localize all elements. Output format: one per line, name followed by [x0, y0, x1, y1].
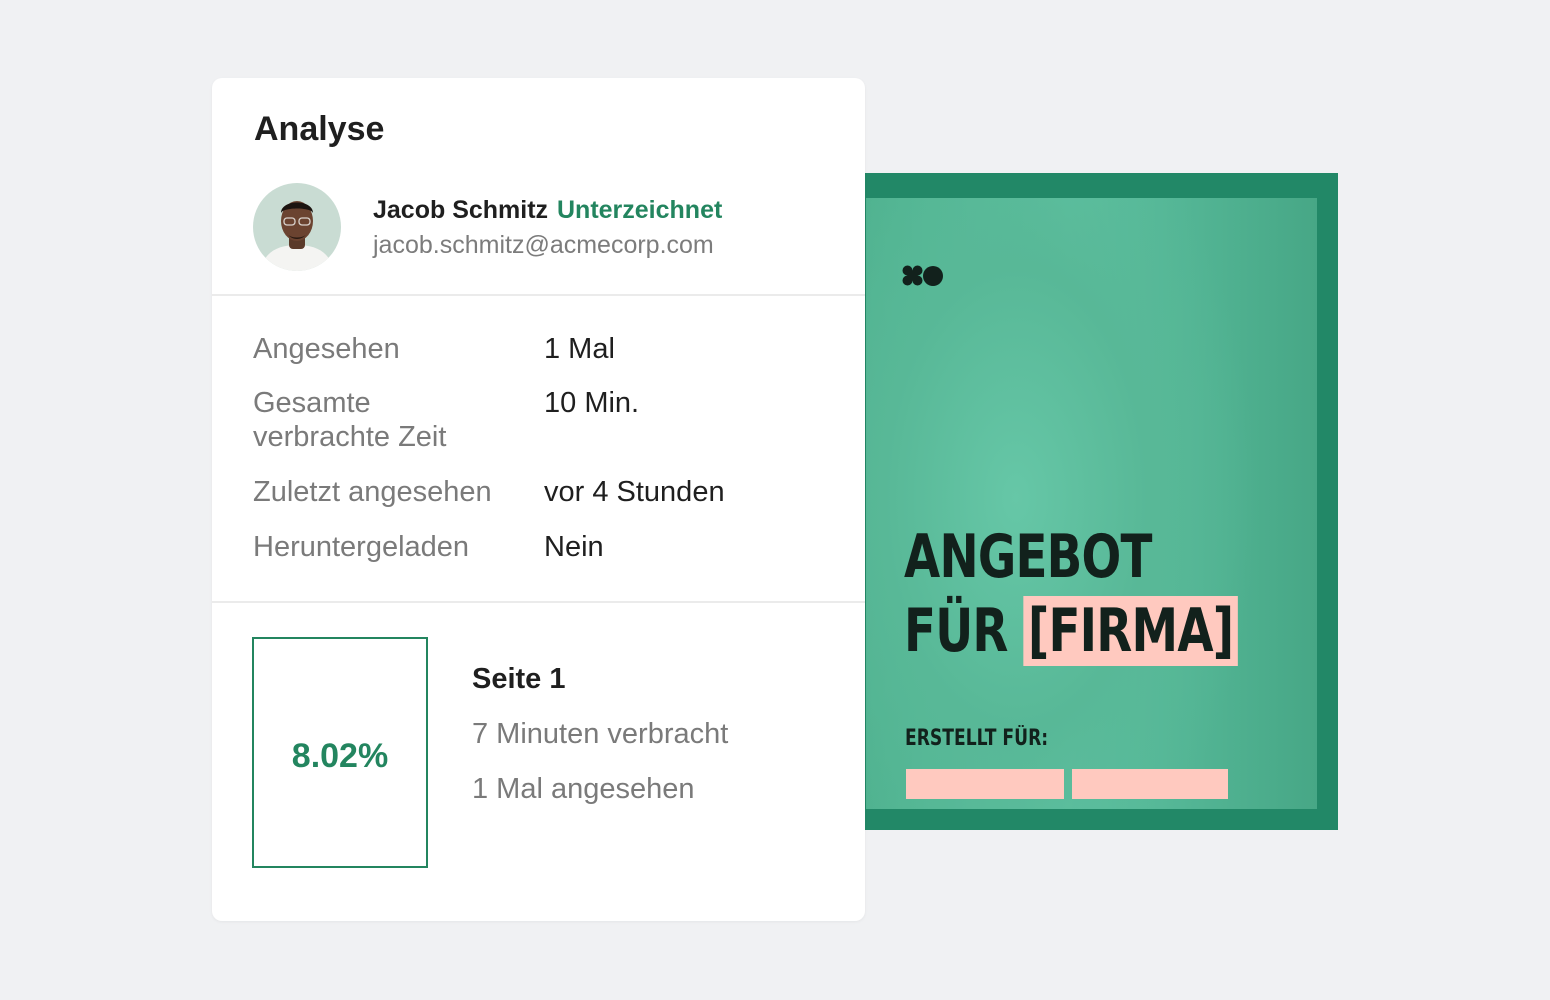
- stat-value-downloaded: Nein: [544, 531, 604, 563]
- document-title: ANGEBOT FÜR [FIRMA]: [904, 520, 1239, 668]
- card-title: Analyse: [254, 110, 385, 148]
- stat-label-last-viewed: Zuletzt angesehen: [253, 476, 492, 508]
- stat-value-total-time: 10 Min.: [544, 387, 640, 419]
- user-portrait-icon: [253, 183, 341, 271]
- document-title-line-1: ANGEBOT: [904, 522, 1152, 592]
- divider: [212, 601, 865, 603]
- document-title-line-2: FÜR [FIRMA]: [904, 594, 1239, 668]
- document-title-prefix: FÜR: [904, 596, 1008, 666]
- page-title: Seite 1: [472, 663, 566, 695]
- page-views: 1 Mal angesehen: [472, 773, 695, 805]
- created-for-label: ERSTELLT FÜR:: [905, 726, 1049, 751]
- stat-label-total-time: Gesamte verbrachte Zeit: [253, 387, 447, 453]
- clover-dot-logo-icon: [902, 265, 943, 286]
- document-preview[interactable]: ANGEBOT FÜR [FIRMA] ERSTELLT FÜR:: [846, 173, 1338, 830]
- user-name: Jacob Schmitz: [373, 196, 549, 224]
- divider: [212, 294, 865, 296]
- page-time-spent: 7 Minuten verbracht: [472, 718, 729, 750]
- recipient-last-name-field: [1072, 769, 1228, 799]
- recipient-first-name-field: [906, 769, 1064, 799]
- page-thumbnail[interactable]: 8.02%: [252, 637, 428, 868]
- avatar: [253, 183, 341, 271]
- user-email: jacob.schmitz@acmecorp.com: [373, 231, 714, 259]
- page-percent: 8.02%: [291, 737, 389, 775]
- stat-value-viewed: 1 Mal: [544, 333, 615, 365]
- stat-label-viewed: Angesehen: [253, 333, 400, 365]
- stat-value-last-viewed: vor 4 Stunden: [544, 476, 725, 508]
- analysis-card: Analyse Jacob Schmitz Unterzeichnet jaco…: [212, 78, 865, 921]
- stat-label-downloaded: Heruntergeladen: [253, 531, 470, 563]
- company-placeholder: [FIRMA]: [1023, 596, 1239, 666]
- status-badge: Unterzeichnet: [557, 196, 723, 224]
- document-cover: ANGEBOT FÜR [FIRMA] ERSTELLT FÜR:: [866, 198, 1317, 809]
